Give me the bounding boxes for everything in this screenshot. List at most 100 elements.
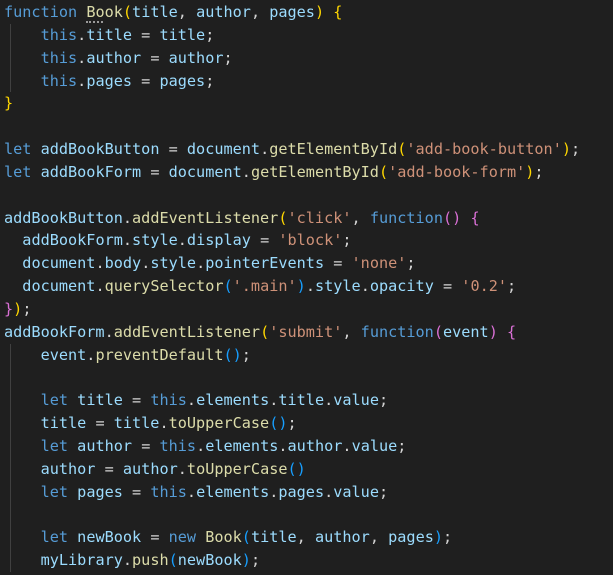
code-token: ; bbox=[507, 277, 517, 296]
code-token: event bbox=[442, 322, 489, 341]
code-line[interactable]: this.author = author; bbox=[0, 46, 613, 70]
code-token: '0.2' bbox=[461, 277, 508, 296]
code-token: pages bbox=[77, 482, 123, 501]
code-token: Book bbox=[86, 3, 123, 23]
code-token: , bbox=[177, 3, 197, 21]
code-token: value bbox=[333, 391, 379, 410]
code-line[interactable]: addBookButton.addEventListener('click', … bbox=[0, 207, 613, 230]
code-editor[interactable]: function Book (title, author, pages) { th… bbox=[0, 0, 613, 575]
code-line[interactable]: document.body.style.pointerEvents = 'non… bbox=[0, 252, 613, 275]
code-token: style bbox=[132, 231, 178, 250]
code-token: myLibrary bbox=[40, 551, 123, 570]
code-token: = bbox=[122, 391, 151, 410]
code-token: . bbox=[77, 48, 87, 67]
code-token: this bbox=[150, 482, 187, 501]
code-token: addBookForm bbox=[4, 322, 105, 341]
code-token: ) bbox=[452, 208, 462, 227]
code-token: . bbox=[95, 277, 105, 296]
indent-guide bbox=[10, 46, 11, 70]
indent-guide bbox=[10, 389, 11, 413]
indent-guide bbox=[10, 480, 11, 504]
code-line[interactable]: }); bbox=[0, 298, 613, 321]
code-token: title bbox=[113, 414, 160, 433]
code-line[interactable] bbox=[0, 115, 613, 138]
code-line[interactable]: let pages = this.elements.pages.value; bbox=[0, 480, 613, 504]
indent-guide bbox=[10, 69, 11, 93]
code-line[interactable]: let title = this.elements.title.value; bbox=[0, 389, 613, 413]
code-line[interactable]: let newBook = new Book(title, author, pa… bbox=[0, 526, 613, 550]
code-token: , bbox=[342, 322, 361, 341]
code-token: elements bbox=[205, 437, 279, 456]
code-line[interactable]: let author = this.elements.author.value; bbox=[0, 435, 613, 458]
code-token: ) bbox=[488, 322, 498, 341]
code-token: ; bbox=[205, 71, 215, 90]
code-token: pointerEvents bbox=[205, 254, 325, 273]
code-token: . bbox=[324, 482, 334, 501]
code-token: addEventListener bbox=[132, 208, 279, 227]
code-token: = bbox=[141, 528, 169, 547]
code-token: elements bbox=[196, 391, 270, 410]
code-token: } bbox=[4, 94, 14, 113]
code-token: elements bbox=[196, 482, 270, 501]
code-token: author bbox=[196, 3, 251, 21]
code-line[interactable]: title = title.toUpperCase(); bbox=[0, 412, 613, 436]
code-line[interactable]: myLibrary.push(newBook); bbox=[0, 549, 613, 573]
code-line[interactable]: function Book (title, author, pages) { bbox=[0, 1, 613, 24]
code-token: this bbox=[150, 391, 187, 410]
code-token: title bbox=[86, 25, 133, 44]
code-token: this bbox=[159, 437, 197, 456]
code-line[interactable]: document.querySelector('.main').style.op… bbox=[0, 275, 613, 298]
code-token: . bbox=[324, 391, 334, 410]
code-line[interactable] bbox=[0, 366, 613, 390]
code-line[interactable]: let addBookForm = document.getElementByI… bbox=[0, 161, 613, 184]
code-token: ; bbox=[406, 254, 416, 273]
code-line[interactable]: } bbox=[0, 92, 613, 115]
code-token: title bbox=[77, 391, 123, 410]
code-token: pages bbox=[269, 3, 315, 21]
code-line[interactable]: this.title = title; bbox=[0, 23, 613, 47]
code-line[interactable]: event.preventDefault(); bbox=[0, 343, 613, 367]
code-token: , bbox=[369, 528, 389, 547]
code-token: addBookForm bbox=[40, 162, 142, 181]
code-token: = bbox=[250, 231, 279, 250]
code-token: ; bbox=[205, 25, 215, 44]
code-token: pages bbox=[278, 482, 325, 501]
code-token: = bbox=[141, 162, 169, 181]
code-token: ( bbox=[260, 322, 270, 341]
code-token: title bbox=[40, 414, 87, 433]
code-token: ( bbox=[168, 551, 178, 570]
code-token: ; bbox=[397, 437, 407, 456]
code-token: ( bbox=[122, 3, 133, 21]
code-token: . bbox=[196, 254, 206, 273]
indent-guide bbox=[10, 23, 11, 47]
code-token: , bbox=[296, 528, 315, 547]
code-token: ; bbox=[241, 345, 251, 364]
code-token: ) bbox=[232, 345, 242, 364]
code-line[interactable] bbox=[0, 503, 613, 527]
code-token: . bbox=[260, 140, 270, 159]
code-line[interactable]: addBookForm.style.display = 'block'; bbox=[0, 229, 613, 252]
code-token: ; bbox=[250, 551, 261, 570]
code-token: ( bbox=[278, 208, 288, 227]
code-line[interactable]: this.pages = pages; bbox=[0, 69, 613, 93]
code-token: ( bbox=[433, 322, 443, 341]
code-token: function bbox=[369, 208, 443, 227]
code-token: toUpperCase bbox=[168, 414, 270, 433]
code-token: . bbox=[104, 322, 114, 341]
code-token: document bbox=[168, 162, 242, 181]
code-token: ( bbox=[442, 208, 453, 227]
code-token: . bbox=[77, 71, 87, 90]
code-token: ( bbox=[287, 459, 297, 478]
code-token: getElementById bbox=[269, 140, 398, 159]
code-token: title bbox=[132, 3, 178, 21]
code-line[interactable] bbox=[0, 184, 613, 207]
code-line[interactable]: addBookForm.addEventListener('submit', f… bbox=[0, 321, 613, 344]
code-token: style bbox=[150, 254, 197, 273]
code-token: pages bbox=[159, 71, 206, 90]
code-line[interactable]: author = author.toUpperCase() bbox=[0, 457, 613, 481]
code-line[interactable]: let addBookButton = document.getElementB… bbox=[0, 138, 613, 161]
